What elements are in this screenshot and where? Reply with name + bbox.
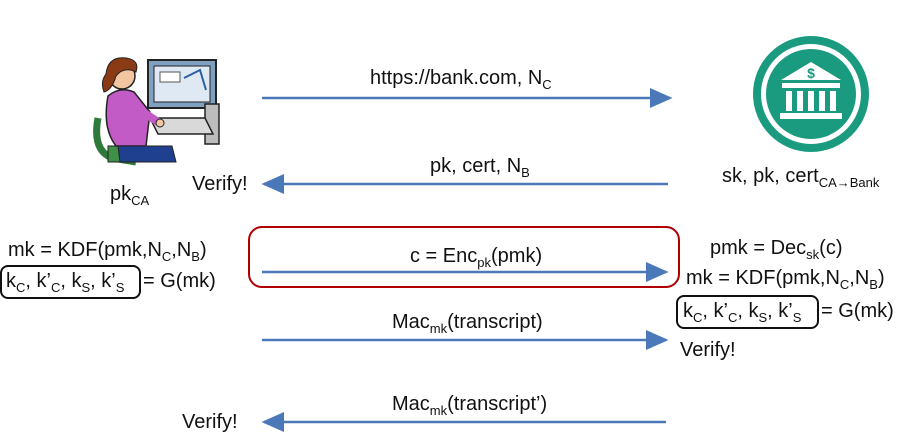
message-label-mac-prime: Macmk(transcript’) <box>392 393 548 418</box>
message-label-enc: c = Encpk(pmk) <box>410 245 543 270</box>
bank-building-icon: $ <box>753 36 869 152</box>
message-label-cert: pk, cert, NB <box>430 155 530 180</box>
bank-keys-gen: = G(mk) <box>821 300 894 322</box>
client-key-label: pkCA <box>110 183 150 208</box>
client-mk-derivation: mk = KDF(pmk,NC,NB) <box>8 239 207 264</box>
bank-mk-derivation: mk = KDF(pmk,NC,NB) <box>686 267 885 292</box>
client-verify-cert: Verify! <box>192 173 248 195</box>
client-verify-final: Verify! <box>182 411 238 433</box>
svg-text:$: $ <box>807 65 815 81</box>
bank-pmk-decrypt: pmk = Decsk(c) <box>710 237 843 262</box>
bank-keys-derivation: kC, k’C, kS, k’S <box>683 300 802 325</box>
client-keys-derivation: kC, k’C, kS, k’S <box>6 270 125 295</box>
person-at-computer-icon <box>93 57 220 166</box>
message-label-hello: https://bank.com, NC <box>370 67 552 92</box>
message-label-mac: Macmk(transcript) <box>392 311 543 336</box>
bank-verify: Verify! <box>680 339 736 361</box>
bank-keys-label: sk, pk, certCA→Bank <box>722 165 880 190</box>
client-keys-gen: = G(mk) <box>143 270 216 292</box>
